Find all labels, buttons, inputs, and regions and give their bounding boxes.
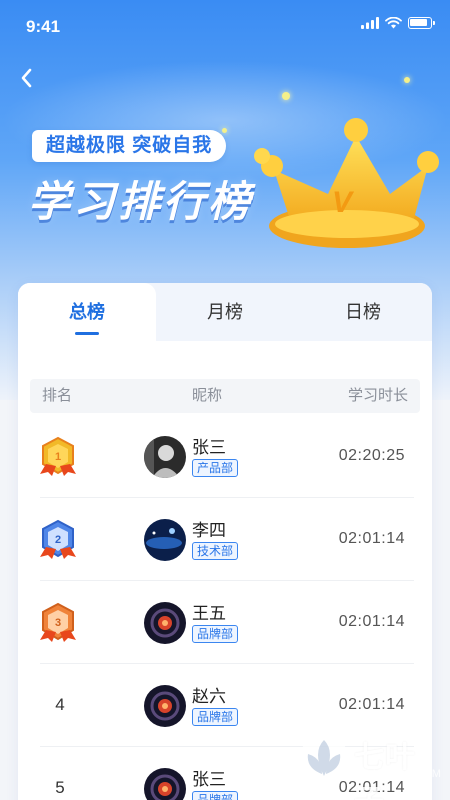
table-row[interactable]: 3 王五 品牌部 02:01:14: [18, 581, 432, 664]
tab-monthly-label: 月榜: [207, 302, 243, 322]
user-name: 王五: [192, 604, 226, 623]
column-rank: 排名: [42, 387, 73, 404]
department-badge: 品牌部: [192, 791, 239, 800]
watermark-subtext: 7YZ.COM: [362, 768, 446, 780]
watermark-logo: 七叶子 7YZ.COM: [296, 728, 446, 800]
study-duration: 02:01:14: [338, 696, 405, 713]
medal-rank: 3: [55, 617, 61, 629]
avatar: [144, 685, 186, 727]
tab-monthly[interactable]: 月榜: [156, 283, 294, 341]
watermark-text: 七叶子: [354, 741, 416, 800]
battery-icon: [408, 17, 435, 29]
signal-icon: [361, 17, 379, 29]
table-header: 排名 昵称 学习时长: [30, 379, 420, 413]
avatar: [144, 436, 186, 478]
rank-number: 4: [55, 695, 65, 714]
user-name: 张三: [192, 438, 226, 457]
column-duration: 学习时长: [347, 387, 408, 404]
department-badge: 品牌部: [192, 625, 239, 643]
tab-active-indicator: [75, 332, 99, 335]
department-badge: 产品部: [192, 459, 239, 477]
rank-number: 5: [55, 778, 65, 797]
medal-rank: 1: [55, 451, 61, 463]
tab-overall-label: 总榜: [69, 302, 105, 322]
study-duration: 02:20:25: [338, 447, 405, 464]
bronze-medal-icon: 3: [40, 602, 76, 642]
avatar: [144, 768, 186, 800]
tab-bar: 总榜 月榜 日榜: [18, 283, 432, 341]
status-time: 9:41: [26, 17, 61, 36]
tab-daily-label: 日榜: [345, 302, 381, 322]
study-duration: 02:01:14: [338, 530, 405, 547]
slogan-banner: 超越极限 突破自我: [32, 130, 227, 162]
crown-letter: V: [332, 186, 355, 219]
wifi-icon: [385, 17, 402, 29]
user-name: 李四: [192, 521, 226, 540]
gold-medal-icon: 1: [40, 436, 76, 476]
tab-daily[interactable]: 日榜: [294, 283, 432, 341]
table-row[interactable]: 1 张三 产品部 02:20:25: [18, 415, 432, 498]
back-arrow-icon[interactable]: [14, 64, 42, 92]
status-bar: 9:41: [0, 0, 450, 54]
column-nickname: 昵称: [192, 387, 223, 404]
leaf-icon: [300, 734, 348, 782]
leaderboard-card: 总榜 月榜 日榜 排名 昵称 学习时长 1 张三 产品部 02:20:25 2 …: [18, 283, 432, 800]
user-name: 赵六: [192, 687, 226, 706]
tab-overall[interactable]: 总榜: [18, 283, 156, 341]
avatar: [144, 519, 186, 561]
department-badge: 技术部: [192, 542, 239, 560]
department-badge: 品牌部: [192, 708, 239, 726]
page-title: 学习排行榜: [28, 178, 254, 225]
user-name: 张三: [192, 770, 226, 789]
medal-rank: 2: [55, 534, 61, 546]
avatar: [144, 602, 186, 644]
study-duration: 02:01:14: [338, 613, 405, 630]
table-row[interactable]: 2 李四 技术部 02:01:14: [18, 498, 432, 581]
crown-icon: V: [254, 118, 439, 248]
silver-medal-icon: 2: [40, 519, 76, 559]
